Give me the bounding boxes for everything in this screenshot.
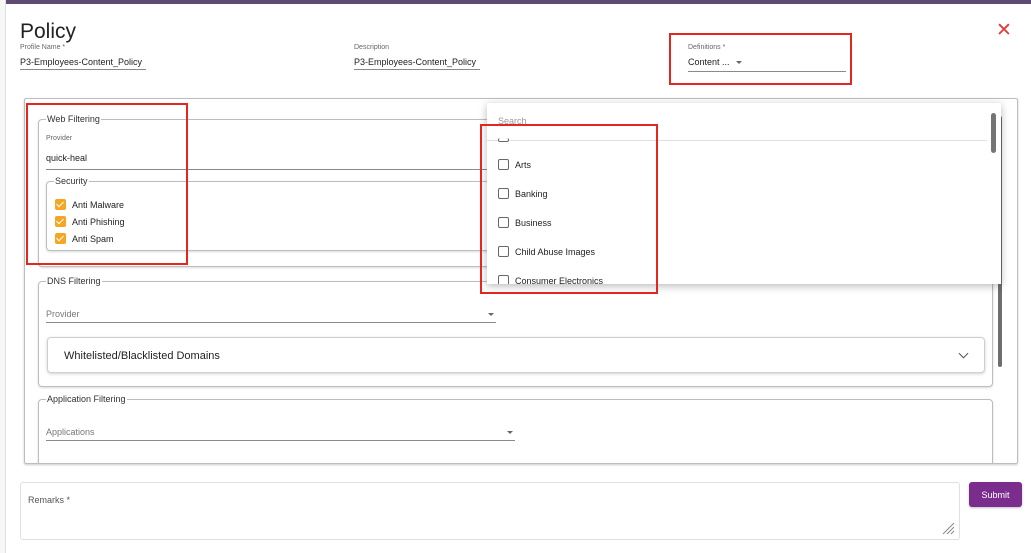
- submit-button[interactable]: Submit: [969, 482, 1022, 507]
- remarks-textarea[interactable]: Remarks *: [20, 482, 960, 540]
- web-provider-select[interactable]: quick-heal: [46, 148, 516, 170]
- domains-expansion-panel[interactable]: Whitelisted/Blacklisted Domains: [47, 337, 985, 373]
- web-provider-value: quick-heal: [46, 153, 88, 163]
- option-label: Consumer Electronics: [515, 275, 604, 285]
- definitions-dropdown: Search Arts Banking Business Child Abuse…: [487, 103, 1001, 284]
- description-field[interactable]: Description P3-Employees-Content_Policy: [354, 44, 480, 70]
- resize-grip-icon[interactable]: [941, 521, 955, 535]
- checkbox-checked-icon: [55, 199, 66, 210]
- checkbox-icon: [498, 138, 509, 142]
- dropdown-option-partial[interactable]: [498, 138, 509, 142]
- dropdown-option-arts[interactable]: Arts: [498, 159, 531, 170]
- search-divider: [487, 140, 987, 141]
- dialog-title: Policy: [20, 20, 77, 43]
- checkbox-icon: [498, 275, 509, 284]
- dropdown-arrow-icon: [735, 61, 742, 65]
- checkbox-checked-icon: [55, 233, 66, 244]
- option-label: Banking: [515, 188, 548, 199]
- dns-filtering-legend: DNS Filtering: [47, 276, 101, 286]
- security-legend: Security: [55, 176, 88, 186]
- anti-malware-label: Anti Malware: [72, 199, 125, 210]
- checkbox-icon: [498, 217, 509, 228]
- checkbox-icon: [498, 246, 509, 257]
- security-group: Security: [46, 176, 516, 251]
- applications-placeholder: Applications: [46, 427, 95, 437]
- checkbox-checked-icon: [55, 216, 66, 227]
- application-filtering-legend: Application Filtering: [47, 394, 126, 404]
- option-label: Child Abuse Images: [515, 246, 596, 257]
- close-icon[interactable]: ✕: [996, 21, 1012, 40]
- definitions-value: Content ...: [688, 57, 730, 67]
- dropdown-search-input[interactable]: Search: [498, 116, 527, 126]
- option-label: Arts: [515, 159, 532, 170]
- description-input[interactable]: P3-Employees-Content_Policy: [354, 57, 480, 70]
- anti-malware-checkbox[interactable]: Anti Malware: [55, 199, 124, 210]
- profile-name-field[interactable]: Profile Name * P3-Employees-Content_Poli…: [20, 44, 146, 70]
- checkbox-icon: [498, 188, 509, 199]
- remarks-label: Remarks *: [28, 495, 71, 505]
- dropdown-arrow-icon: [507, 431, 513, 434]
- domains-panel-title: Whitelisted/Blacklisted Domains: [64, 350, 220, 362]
- definitions-field[interactable]: Definitions * Content ...: [688, 44, 846, 72]
- anti-phishing-checkbox[interactable]: Anti Phishing: [55, 216, 125, 227]
- dropdown-arrow-icon: [488, 313, 494, 316]
- profile-name-input[interactable]: P3-Employees-Content_Policy: [20, 57, 146, 70]
- description-label: Description: [354, 44, 390, 51]
- dns-provider-select[interactable]: Provider: [46, 309, 496, 323]
- dropdown-option-business[interactable]: Business: [498, 217, 552, 228]
- dns-provider-placeholder: Provider: [46, 309, 80, 319]
- chevron-down-icon: [958, 348, 969, 359]
- definitions-label: Definitions *: [688, 44, 726, 51]
- definitions-select[interactable]: Content ...: [688, 57, 846, 72]
- applications-select[interactable]: Applications: [46, 427, 515, 441]
- dropdown-option-consumer-electronics[interactable]: Consumer Electronics: [498, 275, 603, 284]
- anti-phishing-label: Anti Phishing: [72, 216, 125, 227]
- web-provider-label: Provider: [46, 135, 73, 142]
- anti-spam-label: Anti Spam: [72, 233, 114, 244]
- anti-spam-checkbox[interactable]: Anti Spam: [55, 233, 114, 244]
- web-filtering-legend: Web Filtering: [47, 114, 100, 124]
- dropdown-scrollbar[interactable]: [991, 113, 996, 153]
- profile-name-label: Profile Name *: [20, 44, 66, 51]
- option-label: Business: [515, 217, 552, 228]
- checkbox-icon: [498, 159, 509, 170]
- dropdown-option-banking[interactable]: Banking: [498, 188, 548, 199]
- dropdown-option-child-abuse-images[interactable]: Child Abuse Images: [498, 246, 595, 257]
